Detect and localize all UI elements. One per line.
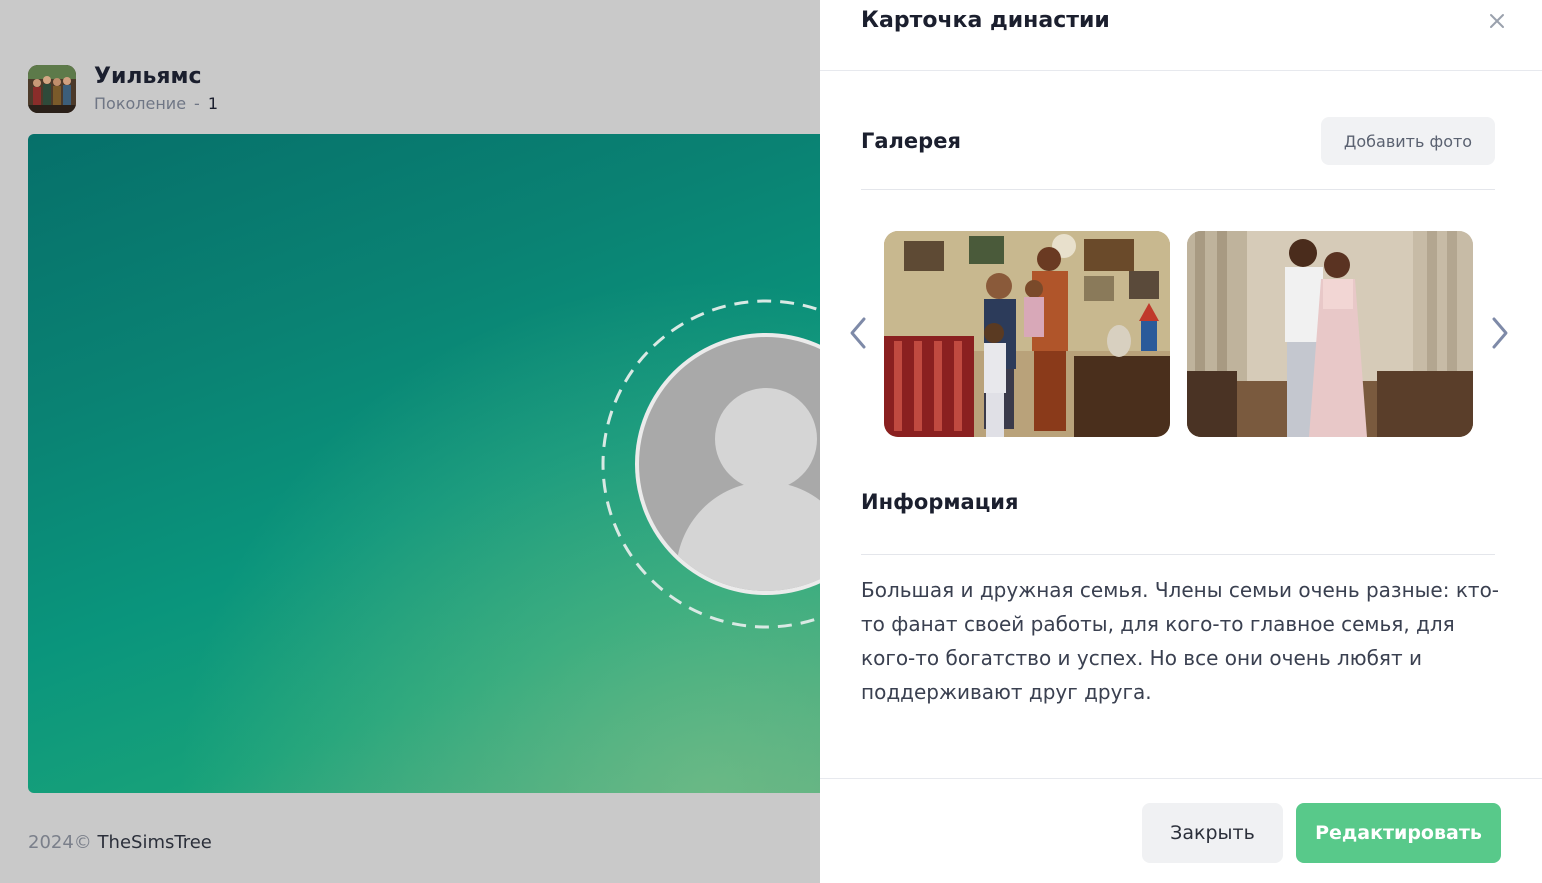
info-title: Информация xyxy=(861,490,1019,514)
drawer-title: Карточка династии xyxy=(861,8,1110,33)
family-header: Уильямс Поколение - 1 xyxy=(28,64,218,113)
info-description: Большая и дружная семья. Члены семьи оче… xyxy=(861,578,1500,704)
edit-button[interactable]: Редактировать xyxy=(1296,803,1501,863)
generation-separator: - xyxy=(194,94,200,113)
family-tree-canvas[interactable] xyxy=(28,134,828,793)
generation-label: Поколение xyxy=(94,94,187,113)
dynasty-card-drawer: Карточка династии Галерея Добавить фото xyxy=(820,0,1542,883)
close-button[interactable]: Закрыть xyxy=(1142,803,1283,863)
gallery-title: Галерея xyxy=(861,129,961,153)
person-node[interactable] xyxy=(601,299,828,629)
footer-brand[interactable]: TheSimsTree xyxy=(98,832,212,853)
chevron-right-icon[interactable] xyxy=(1486,313,1514,353)
photo-gallery xyxy=(884,231,1473,437)
gallery-photo[interactable] xyxy=(884,231,1170,437)
close-icon[interactable] xyxy=(1486,10,1508,32)
generation-value: 1 xyxy=(207,94,219,113)
add-photo-button[interactable]: Добавить фото xyxy=(1321,117,1495,165)
gallery-divider xyxy=(861,189,1495,190)
chevron-left-icon[interactable] xyxy=(844,313,872,353)
info-header: Информация xyxy=(861,490,1495,514)
footer-year: 2024© xyxy=(28,832,92,853)
generation-info: Поколение - 1 xyxy=(94,94,218,113)
footer: 2024© TheSimsTree xyxy=(28,832,212,853)
info-divider xyxy=(861,554,1495,555)
family-avatar[interactable] xyxy=(28,64,76,113)
drawer-footer: Закрыть Редактировать xyxy=(820,778,1542,883)
gallery-photo[interactable] xyxy=(1187,231,1473,437)
gallery-header: Галерея Добавить фото xyxy=(861,117,1495,165)
drawer-header: Карточка династии xyxy=(820,0,1542,71)
family-name: Уильямс xyxy=(94,64,202,89)
